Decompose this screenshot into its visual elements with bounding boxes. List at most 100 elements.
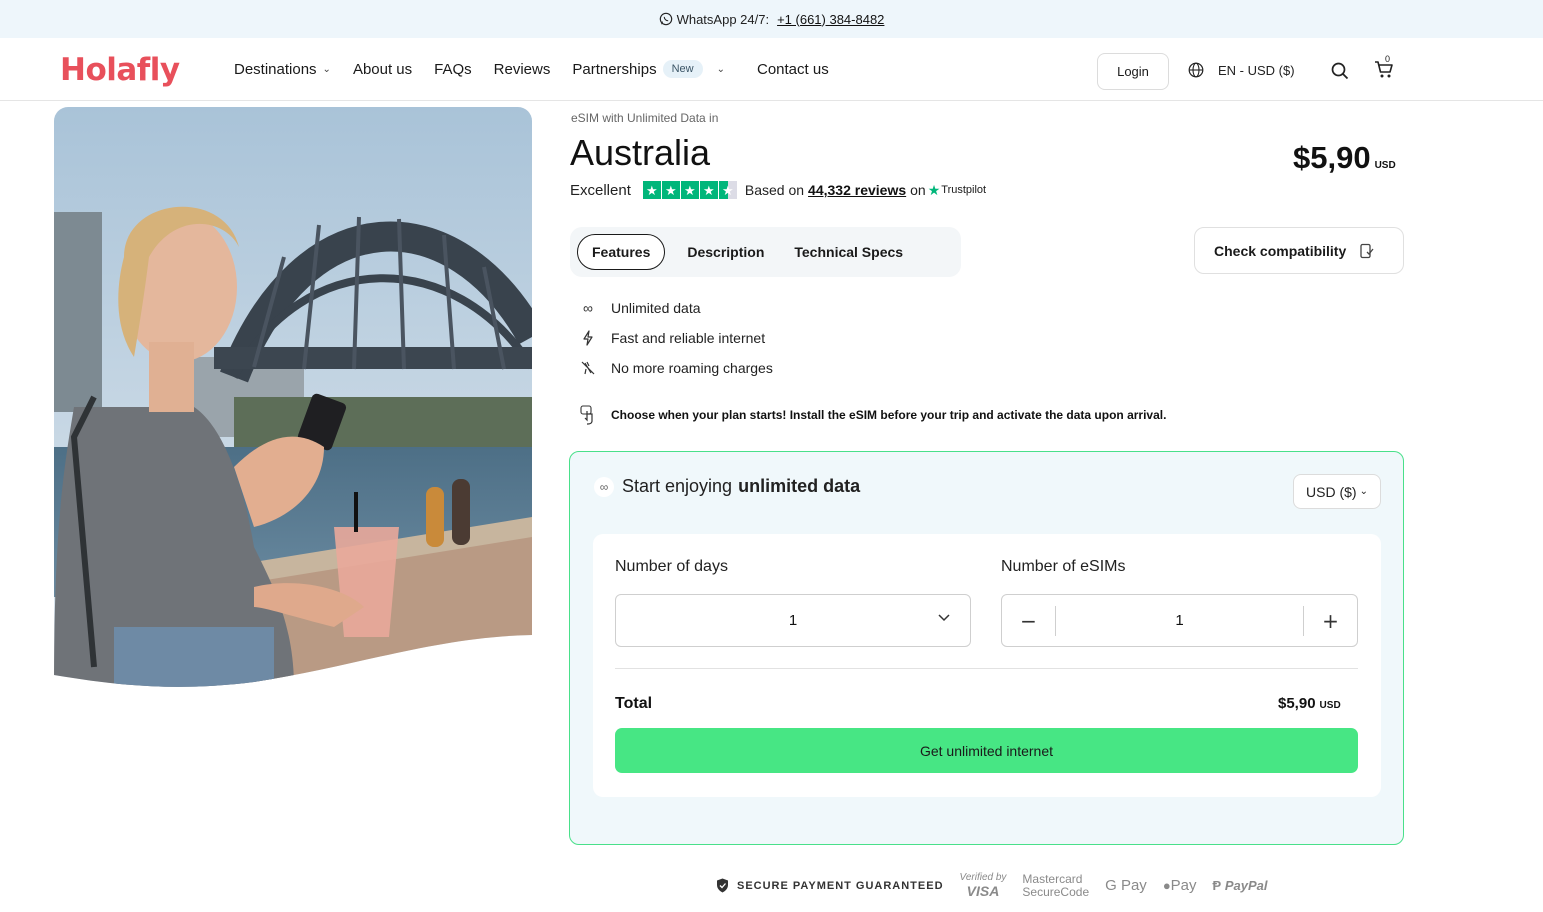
apple-pay-label: Pay: [1170, 877, 1197, 895]
phone-check-icon: [1360, 243, 1374, 258]
currency-select[interactable]: USD ($) ⌄: [1293, 474, 1381, 509]
nav-partnerships[interactable]: Partnerships New ⌄: [572, 60, 725, 78]
chevron-down-icon: ⌄: [1359, 486, 1368, 497]
star-icon: ★: [642, 181, 661, 199]
lightning-icon: [577, 330, 599, 346]
feature-list: ∞ Unlimited data Fast and reliable inter…: [577, 293, 773, 383]
activation-notice: Choose when your plan starts! Install th…: [577, 405, 1166, 425]
nav-partnerships-label: Partnerships: [572, 60, 657, 78]
secure-payment-label: SECURE PAYMENT GUARANTEED: [737, 879, 944, 892]
decrement-button[interactable]: −: [1002, 595, 1055, 646]
paypal-label: PayPal: [1224, 878, 1268, 894]
price-amount: $5,90: [1293, 140, 1371, 175]
esims-value[interactable]: 1: [1056, 612, 1303, 629]
trustpilot-star-icon: ★: [927, 181, 941, 198]
notice-text: Choose when your plan starts! Install th…: [611, 408, 1167, 422]
shield-icon: [717, 878, 728, 893]
product-tabs: Features Description Technical Specs: [570, 227, 961, 277]
chevron-down-icon: ⌄: [322, 63, 331, 75]
holafly-logo[interactable]: Holafly: [60, 52, 180, 88]
total-label: Total: [615, 695, 653, 712]
divider: [615, 668, 1358, 669]
no-roaming-icon: [577, 360, 599, 376]
esims-label: Number of eSIMs: [1001, 558, 1126, 575]
sydney-harbour-photo: [54, 107, 532, 687]
plan-title: ∞ Start enjoying unlimited data: [594, 476, 860, 497]
rating-label: Excellent: [570, 181, 631, 199]
infinity-icon: ∞: [583, 300, 593, 316]
visa-top: Verified by: [959, 872, 1007, 883]
paypal-logo: Ᵽ PayPal: [1213, 879, 1268, 892]
tab-technical-specs[interactable]: Technical Specs: [786, 234, 911, 270]
mc-bottom: SecureCode: [1022, 884, 1090, 899]
secure-payment: SECURE PAYMENT GUARANTEED: [716, 878, 944, 893]
main-nav: Destinations ⌄ About us FAQs Reviews Par…: [234, 60, 851, 78]
get-unlimited-internet-button[interactable]: Get unlimited internet: [615, 728, 1358, 773]
trustpilot-logo: ★ Trustpilot: [928, 182, 986, 199]
reviews-link[interactable]: 44,332 reviews: [808, 182, 906, 198]
star-icon: ★: [661, 181, 680, 199]
apple-icon: ●: [1162, 878, 1171, 894]
trustpilot-label: Trustpilot: [941, 184, 987, 196]
login-button[interactable]: Login: [1097, 53, 1169, 90]
check-compatibility-label: Check compatibility: [1214, 242, 1347, 259]
verified-by-visa-logo: Verified by VISA: [959, 872, 1007, 899]
nav-contact-us[interactable]: Contact us: [757, 61, 829, 78]
list-item: No more roaming charges: [577, 353, 773, 383]
nav-reviews[interactable]: Reviews: [494, 61, 551, 78]
site-header: Holafly Destinations ⌄ About us FAQs Rev…: [0, 38, 1543, 101]
currency-label: USD ($): [1306, 483, 1357, 500]
chevron-down-icon: [938, 611, 950, 625]
page-title: Australia: [570, 132, 711, 173]
nav-about-us[interactable]: About us: [353, 61, 412, 78]
feature-label: No more roaming charges: [611, 360, 773, 376]
half-star-icon: ★: [718, 181, 737, 199]
google-pay-logo: G Pay: [1105, 877, 1147, 895]
check-compatibility-button[interactable]: Check compatibility: [1194, 227, 1404, 274]
rating-stars: ★ ★ ★ ★ ★: [642, 181, 737, 199]
feature-label: Unlimited data: [611, 300, 701, 316]
tab-description[interactable]: Description: [679, 234, 772, 270]
nav-faqs[interactable]: FAQs: [434, 61, 472, 78]
cart-count: 0: [1385, 54, 1391, 64]
price-currency: USD: [1374, 160, 1396, 171]
product-price: $5,90 USD: [1293, 140, 1396, 176]
days-value: 1: [788, 612, 798, 629]
tab-features[interactable]: Features: [577, 234, 666, 270]
whatsapp-bar: WhatsApp 24/7: +1 (661) 384-8482: [0, 0, 1543, 38]
language-selector[interactable]: EN - USD ($): [1188, 62, 1295, 78]
based-on-label: Based on: [744, 182, 805, 198]
plan-form: Number of days Number of eSIMs 1 − 1 + T…: [593, 534, 1381, 797]
tap-hand-icon: [577, 405, 599, 425]
whatsapp-contact: WhatsApp 24/7: +1 (661) 384-8482: [659, 11, 884, 27]
days-label: Number of days: [615, 558, 728, 575]
days-select[interactable]: 1: [615, 594, 971, 647]
total-price: $5,90 USD: [1278, 695, 1341, 712]
new-badge: New: [662, 60, 703, 78]
visa-bottom: VISA: [966, 882, 1000, 899]
chevron-down-icon: ⌄: [716, 63, 725, 75]
increment-button[interactable]: +: [1304, 595, 1357, 646]
star-icon: ★: [699, 181, 718, 199]
whatsapp-icon: [659, 12, 672, 26]
whatsapp-number-link[interactable]: +1 (661) 384-8482: [777, 12, 884, 27]
mastercard-securecode-logo: Mastercard SecureCode: [1022, 873, 1089, 898]
whatsapp-label: WhatsApp 24/7:: [676, 11, 770, 27]
cart-icon: [1375, 61, 1393, 78]
hero-image: [54, 107, 532, 687]
list-item: Fast and reliable internet: [577, 323, 773, 353]
total-amount: $5,90: [1278, 695, 1316, 712]
nav-destinations-label: Destinations: [234, 60, 317, 78]
total-currency: USD: [1319, 700, 1341, 711]
infinity-icon: ∞: [594, 476, 614, 497]
product-eyebrow: eSIM with Unlimited Data in: [571, 111, 719, 125]
plan-title-bold: unlimited data: [738, 476, 861, 496]
cart-button[interactable]: 0: [1373, 54, 1397, 82]
payment-methods: SECURE PAYMENT GUARANTEED Verified by VIS…: [716, 872, 1268, 899]
trustpilot-rating: Excellent ★ ★ ★ ★ ★ Based on 44,332 revi…: [570, 181, 986, 199]
search-icon[interactable]: [1330, 61, 1350, 81]
paypal-icon: Ᵽ: [1212, 878, 1225, 894]
nav-destinations[interactable]: Destinations ⌄: [234, 61, 331, 78]
feature-label: Fast and reliable internet: [611, 330, 766, 346]
plan-configurator: ∞ Start enjoying unlimited data USD ($) …: [569, 451, 1404, 845]
